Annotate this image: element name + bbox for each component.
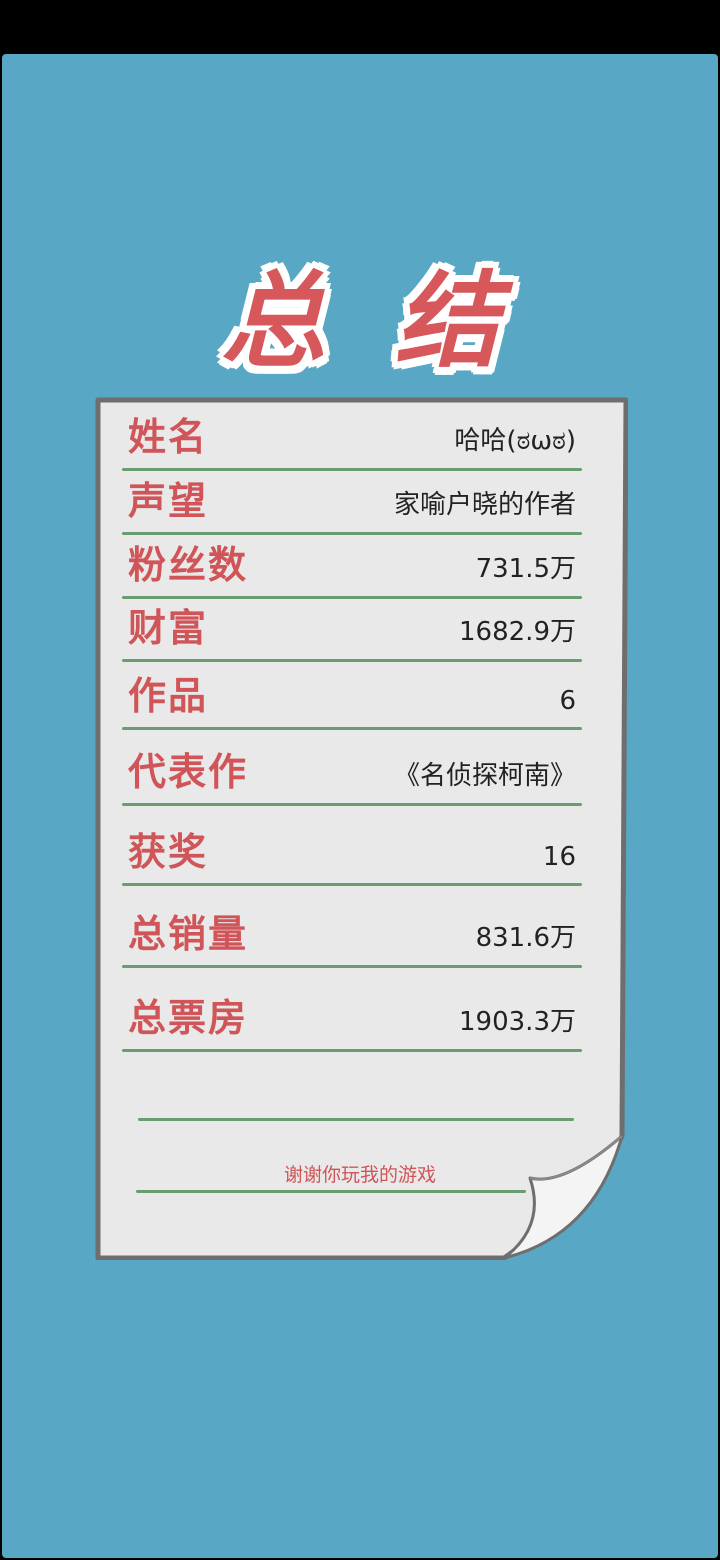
- row-divider: [122, 727, 582, 730]
- wealth-label: 财富: [128, 606, 209, 650]
- thanks-message: 谢谢你玩我的游戏: [283, 1164, 436, 1186]
- row-divider: [122, 1049, 582, 1052]
- masterpiece-value: 《名侦探柯南》: [393, 761, 576, 791]
- wealth-value: 1682.9万: [459, 617, 576, 647]
- awards-value: 16: [542, 842, 576, 872]
- total-sales-label: 总销量: [128, 912, 249, 956]
- row-divider: [122, 883, 582, 886]
- row-name: 姓名 哈哈(ಠωಠ): [122, 415, 582, 471]
- box-office-label: 总票房: [128, 996, 249, 1040]
- reputation-value: 家喻户晓的作者: [393, 490, 576, 520]
- reputation-label: 声望: [128, 479, 209, 523]
- works-label: 作品: [128, 674, 209, 718]
- row-box-office: 总票房 1903.3万: [122, 972, 582, 1052]
- works-value: 6: [559, 686, 576, 716]
- row-divider: [122, 965, 582, 968]
- name-label: 姓名: [128, 415, 209, 459]
- box-office-value: 1903.3万: [459, 1007, 576, 1037]
- row-awards: 获奖 16: [122, 810, 582, 886]
- fans-label: 粉丝数: [128, 543, 249, 587]
- row-wealth: 财富 1682.9万: [122, 604, 582, 662]
- fans-value: 731.5万: [475, 554, 576, 584]
- top-status-bar: [0, 0, 720, 54]
- summary-title: 总结: [220, 260, 569, 382]
- awards-label: 获奖: [128, 830, 209, 874]
- masterpiece-label: 代表作: [128, 750, 249, 794]
- row-total-sales: 总销量 831.6万: [122, 890, 582, 968]
- name-value: 哈哈(ಠωಠ): [454, 426, 576, 456]
- row-works: 作品 6: [122, 666, 582, 730]
- bottom-divider: [136, 1190, 526, 1193]
- row-masterpiece: 代表作 《名侦探柯南》: [122, 734, 582, 806]
- row-fans: 粉丝数 731.5万: [122, 541, 582, 599]
- row-divider: [122, 803, 582, 806]
- row-reputation: 声望 家喻户晓的作者: [122, 479, 582, 535]
- game-screen: 总结 姓名 哈哈(ಠωಠ) 声望 家喻户晓的作者 粉丝数 731.5万 财富 1…: [2, 54, 718, 1558]
- total-sales-value: 831.6万: [475, 923, 576, 953]
- blank-divider: [138, 1118, 574, 1121]
- row-divider: [122, 659, 582, 662]
